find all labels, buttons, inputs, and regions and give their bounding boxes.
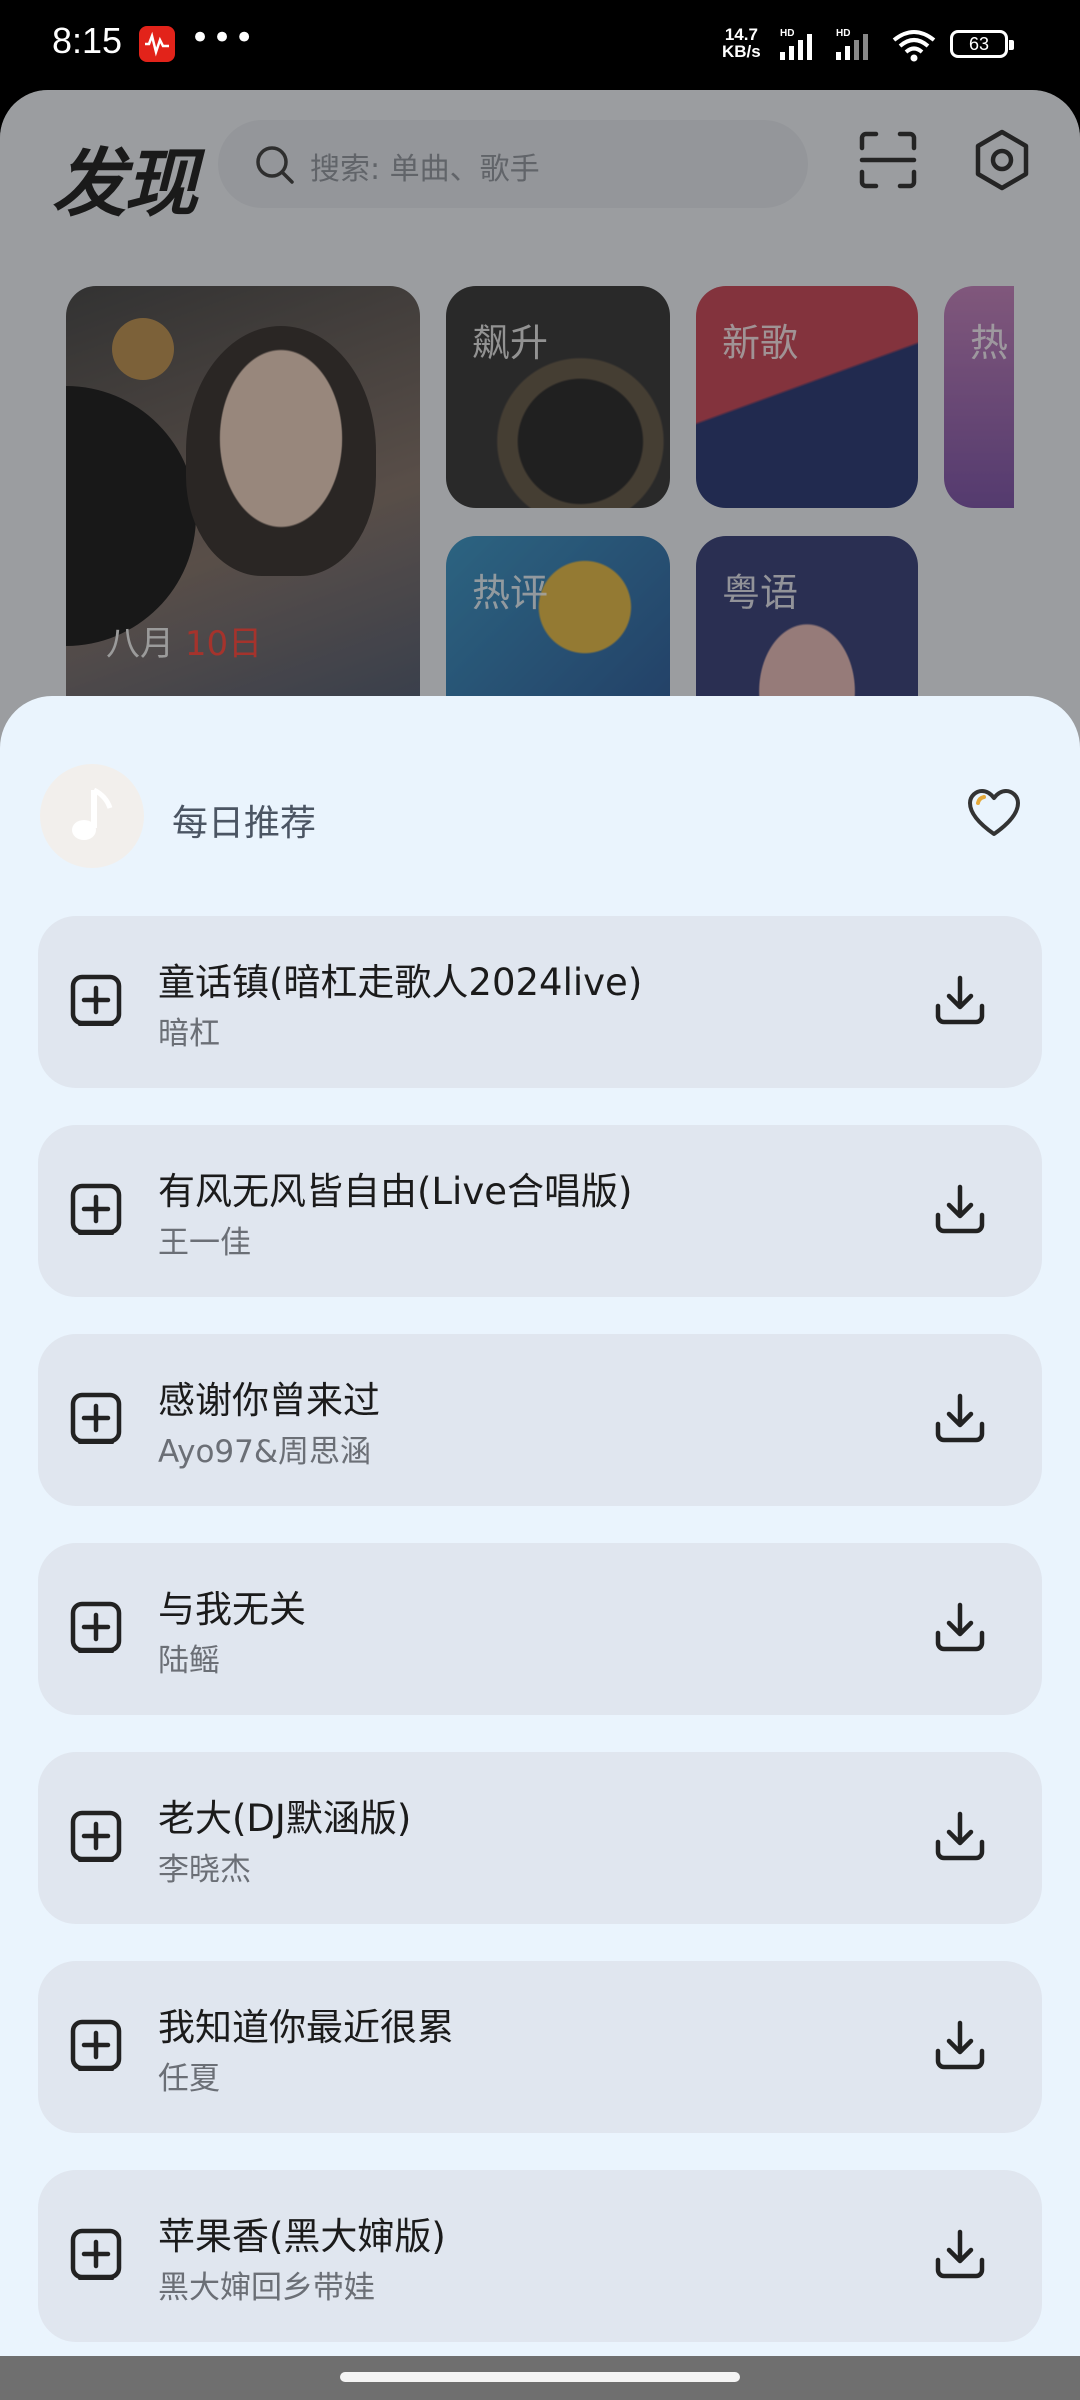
song-artist: 陆鳐 [158, 1643, 220, 1679]
music-note-icon [72, 788, 113, 840]
sheet-title: 每日推荐 [172, 803, 317, 844]
download-icon[interactable] [932, 2017, 988, 2073]
wifi-icon [892, 30, 936, 62]
more-notifications-icon: ••• [190, 18, 257, 58]
song-title: 与我无关 [158, 1588, 306, 1631]
song-artist: 李晓杰 [158, 1852, 251, 1888]
song-title: 苹果香(黑大婶版) [158, 2215, 446, 2258]
gesture-nav-bar [0, 2356, 1080, 2400]
svg-text:HD: HD [780, 28, 794, 39]
home-indicator[interactable] [340, 2372, 740, 2382]
signal-icon: HD [780, 28, 812, 60]
status-bar: 8:15 ••• 14.7 KB/s HD HD 63 [0, 0, 1080, 92]
heart-icon[interactable] [966, 788, 1022, 840]
battery-indicator: 63 [950, 30, 1014, 58]
song-title: 有风无风皆自由(Live合唱版) [158, 1170, 633, 1213]
daily-recommend-sheet: 每日推荐 童话镇(暗杠走歌人2024live) 暗杠 有风无风皆自由(Live合… [0, 696, 1080, 2356]
download-icon[interactable] [932, 1599, 988, 1655]
song-artist: 任夏 [158, 2061, 220, 2097]
download-icon[interactable] [932, 2226, 988, 2282]
song-item[interactable]: 童话镇(暗杠走歌人2024live) 暗杠 [38, 916, 1042, 1088]
net-speed-unit: KB/s [722, 42, 761, 61]
download-icon[interactable] [932, 1808, 988, 1864]
add-to-playlist-icon[interactable] [70, 1601, 122, 1655]
song-artist: Ayo97&周思涵 [158, 1434, 372, 1470]
status-time: 8:15 [52, 20, 123, 61]
song-item[interactable]: 与我无关 陆鳐 [38, 1543, 1042, 1715]
sheet-header: 每日推荐 [40, 764, 1040, 870]
song-item[interactable]: 老大(DJ默涵版) 李晓杰 [38, 1752, 1042, 1924]
song-item[interactable]: 苹果香(黑大婶版) 黑大婶回乡带娃 [38, 2170, 1042, 2342]
playlist-cover [40, 764, 144, 868]
download-icon[interactable] [932, 1390, 988, 1446]
download-icon[interactable] [932, 1181, 988, 1237]
add-to-playlist-icon[interactable] [70, 974, 122, 1028]
network-speed: 14.7 KB/s [722, 26, 761, 60]
song-artist: 暗杠 [158, 1016, 220, 1052]
song-title: 童话镇(暗杠走歌人2024live) [158, 961, 643, 1004]
add-to-playlist-icon[interactable] [70, 1183, 122, 1237]
soundwave-app-icon [139, 26, 175, 62]
net-speed-value: 14.7 [724, 25, 758, 44]
svg-text:HD: HD [836, 28, 850, 39]
song-item[interactable]: 有风无风皆自由(Live合唱版) 王一佳 [38, 1125, 1042, 1297]
song-artist: 黑大婶回乡带娃 [158, 2270, 375, 2306]
add-to-playlist-icon[interactable] [70, 1810, 122, 1864]
song-item[interactable]: 我知道你最近很累 任夏 [38, 1961, 1042, 2133]
download-icon[interactable] [932, 972, 988, 1028]
song-title: 感谢你曾来过 [158, 1379, 380, 1422]
song-item[interactable]: 感谢你曾来过 Ayo97&周思涵 [38, 1334, 1042, 1506]
song-artist: 王一佳 [158, 1225, 251, 1261]
add-to-playlist-icon[interactable] [70, 2019, 122, 2073]
add-to-playlist-icon[interactable] [70, 2228, 122, 2282]
song-title: 我知道你最近很累 [158, 2006, 454, 2049]
add-to-playlist-icon[interactable] [70, 1392, 122, 1446]
signal-icon-2: HD [836, 28, 868, 60]
song-title: 老大(DJ默涵版) [158, 1797, 412, 1840]
